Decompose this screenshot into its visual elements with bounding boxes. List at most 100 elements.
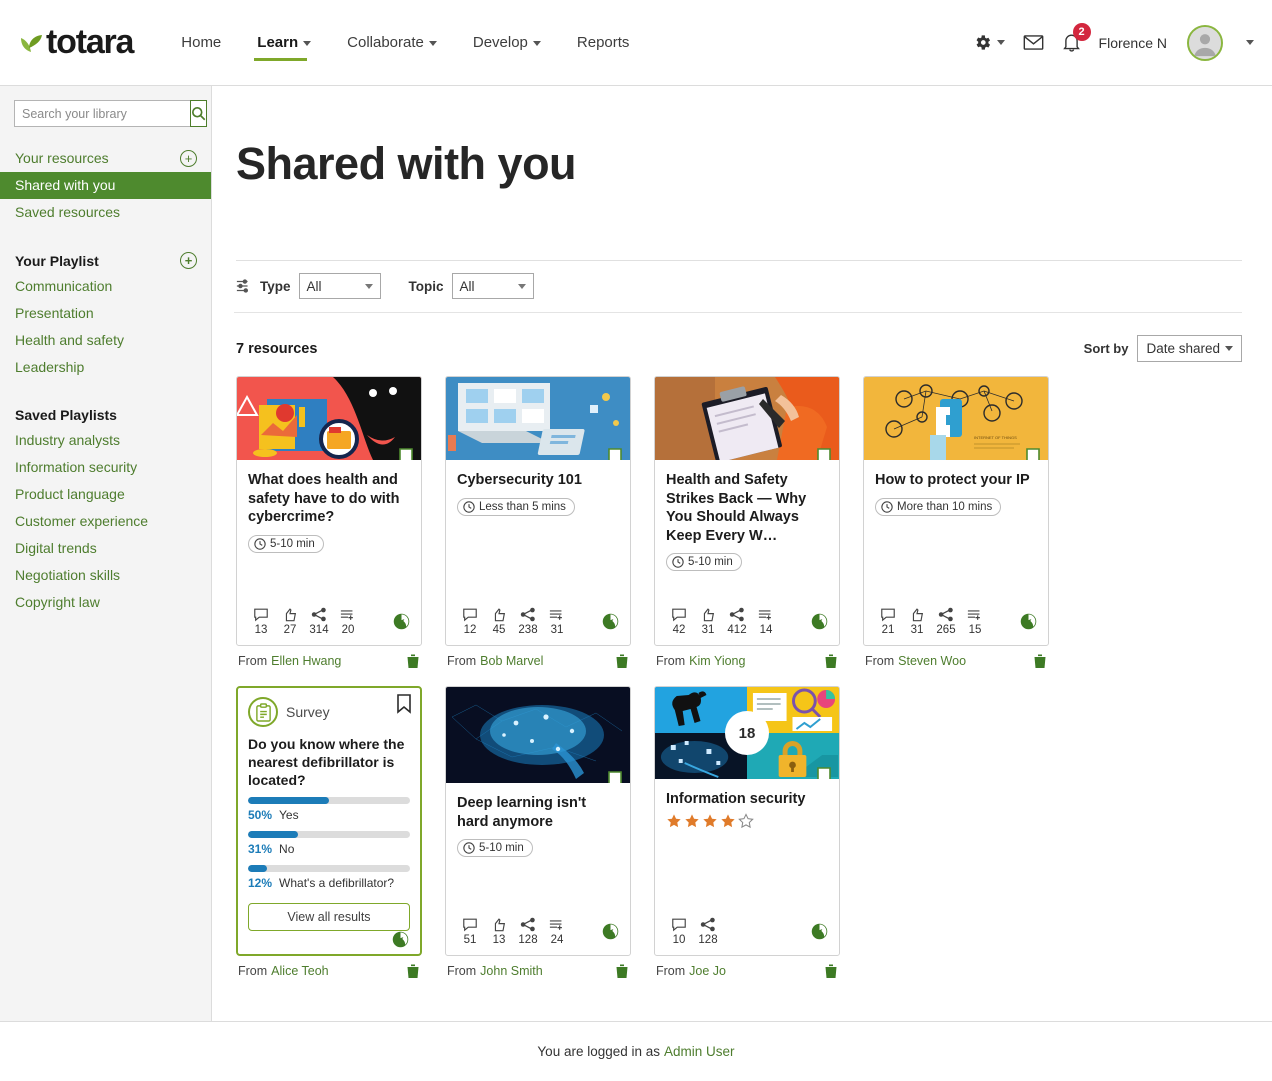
bookmark-icon[interactable]	[607, 448, 623, 460]
delete-icon[interactable]	[824, 653, 838, 669]
poll-option-text: What's a defibrillator?	[279, 876, 395, 890]
chevron-down-icon	[532, 40, 541, 46]
stat-shares[interactable]: 412	[724, 607, 750, 636]
visibility-globe-icon	[1020, 613, 1037, 635]
sidebar-item-saved-resources[interactable]: Saved resources	[0, 199, 211, 226]
avatar[interactable]	[1187, 24, 1223, 61]
resource-card[interactable]: Deep learning isn't hard anymore 5-10 mi…	[445, 686, 631, 956]
stat-shares[interactable]: 128	[515, 917, 541, 946]
sidebar-item-communication[interactable]: Communication	[0, 273, 211, 300]
stat-playlists[interactable]: 15	[962, 607, 988, 636]
stat-comments[interactable]: 51	[457, 917, 483, 946]
stat-shares[interactable]: 238	[515, 607, 541, 636]
resource-card-cell: Deep learning isn't hard anymore 5-10 mi…	[445, 686, 631, 979]
sidebar-item-industry-analysts[interactable]: Industry analysts	[0, 427, 211, 454]
gear-icon[interactable]	[973, 33, 1005, 52]
resource-card[interactable]: INTERNET OF THINGS How to protect your I…	[863, 376, 1049, 646]
delete-icon[interactable]	[615, 963, 629, 979]
from-user-link[interactable]: Ellen Hwang	[271, 654, 341, 668]
resource-card[interactable]: Cybersecurity 101 Less than 5 mins 12 45…	[445, 376, 631, 646]
sort-select[interactable]: Date shared	[1137, 335, 1242, 362]
add-playlist-icon[interactable]: +	[180, 252, 197, 269]
stat-comments[interactable]: 10	[666, 917, 692, 946]
stat-likes[interactable]: 45	[486, 607, 512, 636]
stat-likes[interactable]: 31	[695, 607, 721, 636]
rating-stars[interactable]	[666, 812, 828, 829]
sidebar: Your resources + Shared with you Saved r…	[0, 86, 212, 1021]
sidebar-item-information-security[interactable]: Information security	[0, 454, 211, 481]
delete-icon[interactable]	[406, 963, 420, 979]
sidebar-item-product-language[interactable]: Product language	[0, 481, 211, 508]
stat-comments[interactable]: 21	[875, 607, 901, 636]
sidebar-item-health-and-safety[interactable]: Health and safety	[0, 327, 211, 354]
sidebar-item-copyright-law[interactable]: Copyright law	[0, 589, 211, 616]
envelope-icon[interactable]	[1023, 33, 1044, 52]
card-thumbnail	[446, 687, 630, 783]
poll-results: 50% Yes 31% No 12% What's a defibrillato…	[238, 797, 420, 899]
sidebar-item-customer-experience[interactable]: Customer experience	[0, 508, 211, 535]
bookmark-icon[interactable]	[816, 448, 832, 460]
bookmark-icon[interactable]	[396, 694, 412, 719]
resource-card[interactable]: Health and Safety Strikes Back — Why You…	[654, 376, 840, 646]
from-user-link[interactable]: Steven Woo	[898, 654, 966, 668]
stat-shares[interactable]: 128	[695, 917, 721, 946]
stat-likes[interactable]: 31	[904, 607, 930, 636]
playlist-card[interactable]: 18 Information security 10 128	[654, 686, 840, 956]
search-button[interactable]	[190, 100, 207, 127]
sidebar-item-your-resources[interactable]: Your resources +	[0, 145, 211, 172]
nav-item-collaborate[interactable]: Collaborate	[329, 24, 455, 61]
view-all-results-button[interactable]: View all results	[248, 903, 410, 931]
delete-icon[interactable]	[824, 963, 838, 979]
body-wrapper: Your resources + Shared with you Saved r…	[0, 85, 1272, 1021]
stat-playlists[interactable]: 31	[544, 607, 570, 636]
stat-playlists[interactable]: 20	[335, 607, 361, 636]
totara-logo[interactable]: totara	[18, 23, 134, 62]
bookmark-icon[interactable]	[1025, 448, 1041, 460]
bookmark-icon[interactable]	[816, 767, 832, 779]
from-user-link[interactable]: John Smith	[480, 964, 543, 978]
nav-item-reports[interactable]: Reports	[559, 24, 648, 61]
stat-shares[interactable]: 314	[306, 607, 332, 636]
stat-playlists[interactable]: 14	[753, 607, 779, 636]
sidebar-item-digital-trends[interactable]: Digital trends	[0, 535, 211, 562]
from-user-link[interactable]: Joe Jo	[689, 964, 726, 978]
delete-icon[interactable]	[1033, 653, 1047, 669]
stat-comments[interactable]: 42	[666, 607, 692, 636]
nav-item-home[interactable]: Home	[163, 24, 239, 61]
delete-icon[interactable]	[615, 653, 629, 669]
sidebar-item-shared-with-you[interactable]: Shared with you	[0, 172, 211, 199]
card-body: Health and Safety Strikes Back — Why You…	[655, 460, 839, 607]
visibility-globe-icon	[602, 923, 619, 945]
nav-item-learn[interactable]: Learn	[239, 24, 329, 61]
bookmark-icon[interactable]	[398, 448, 414, 460]
bell-icon[interactable]: 2	[1062, 23, 1091, 53]
sidebar-item-presentation[interactable]: Presentation	[0, 300, 211, 327]
stat-comments[interactable]: 13	[248, 607, 274, 636]
clock-icon	[463, 842, 475, 854]
from-user-link[interactable]: Kim Yiong	[689, 654, 745, 668]
sidebar-item-leadership[interactable]: Leadership	[0, 354, 211, 381]
delete-icon[interactable]	[406, 653, 420, 669]
stat-comments[interactable]: 12	[457, 607, 483, 636]
topic-filter-select[interactable]: All	[451, 273, 534, 299]
user-menu-chevron-down-icon[interactable]	[1246, 40, 1254, 45]
add-to-playlist-icon	[549, 920, 562, 930]
sidebar-item-negotiation-skills[interactable]: Negotiation skills	[0, 562, 211, 589]
search-input[interactable]	[14, 100, 190, 127]
type-filter-select[interactable]: All	[298, 273, 381, 299]
survey-card[interactable]: Survey Do you know where the nearest def…	[236, 686, 422, 956]
nav-item-develop[interactable]: Develop	[455, 24, 559, 61]
clock-icon	[463, 500, 475, 513]
stat-likes[interactable]: 13	[486, 917, 512, 946]
from-user-link[interactable]: Alice Teoh	[271, 964, 328, 978]
card-body: Cybersecurity 101 Less than 5 mins	[446, 460, 630, 607]
add-resource-icon[interactable]: +	[180, 150, 197, 167]
footer-user-link[interactable]: Admin User	[664, 1044, 735, 1059]
resource-card[interactable]: What does health and safety have to do w…	[236, 376, 422, 646]
from-user-link[interactable]: Bob Marvel	[480, 654, 543, 668]
from-label: From	[447, 964, 477, 978]
stat-playlists[interactable]: 24	[544, 917, 570, 946]
bookmark-icon[interactable]	[607, 771, 623, 783]
stat-shares[interactable]: 265	[933, 607, 959, 636]
stat-likes[interactable]: 27	[277, 607, 303, 636]
